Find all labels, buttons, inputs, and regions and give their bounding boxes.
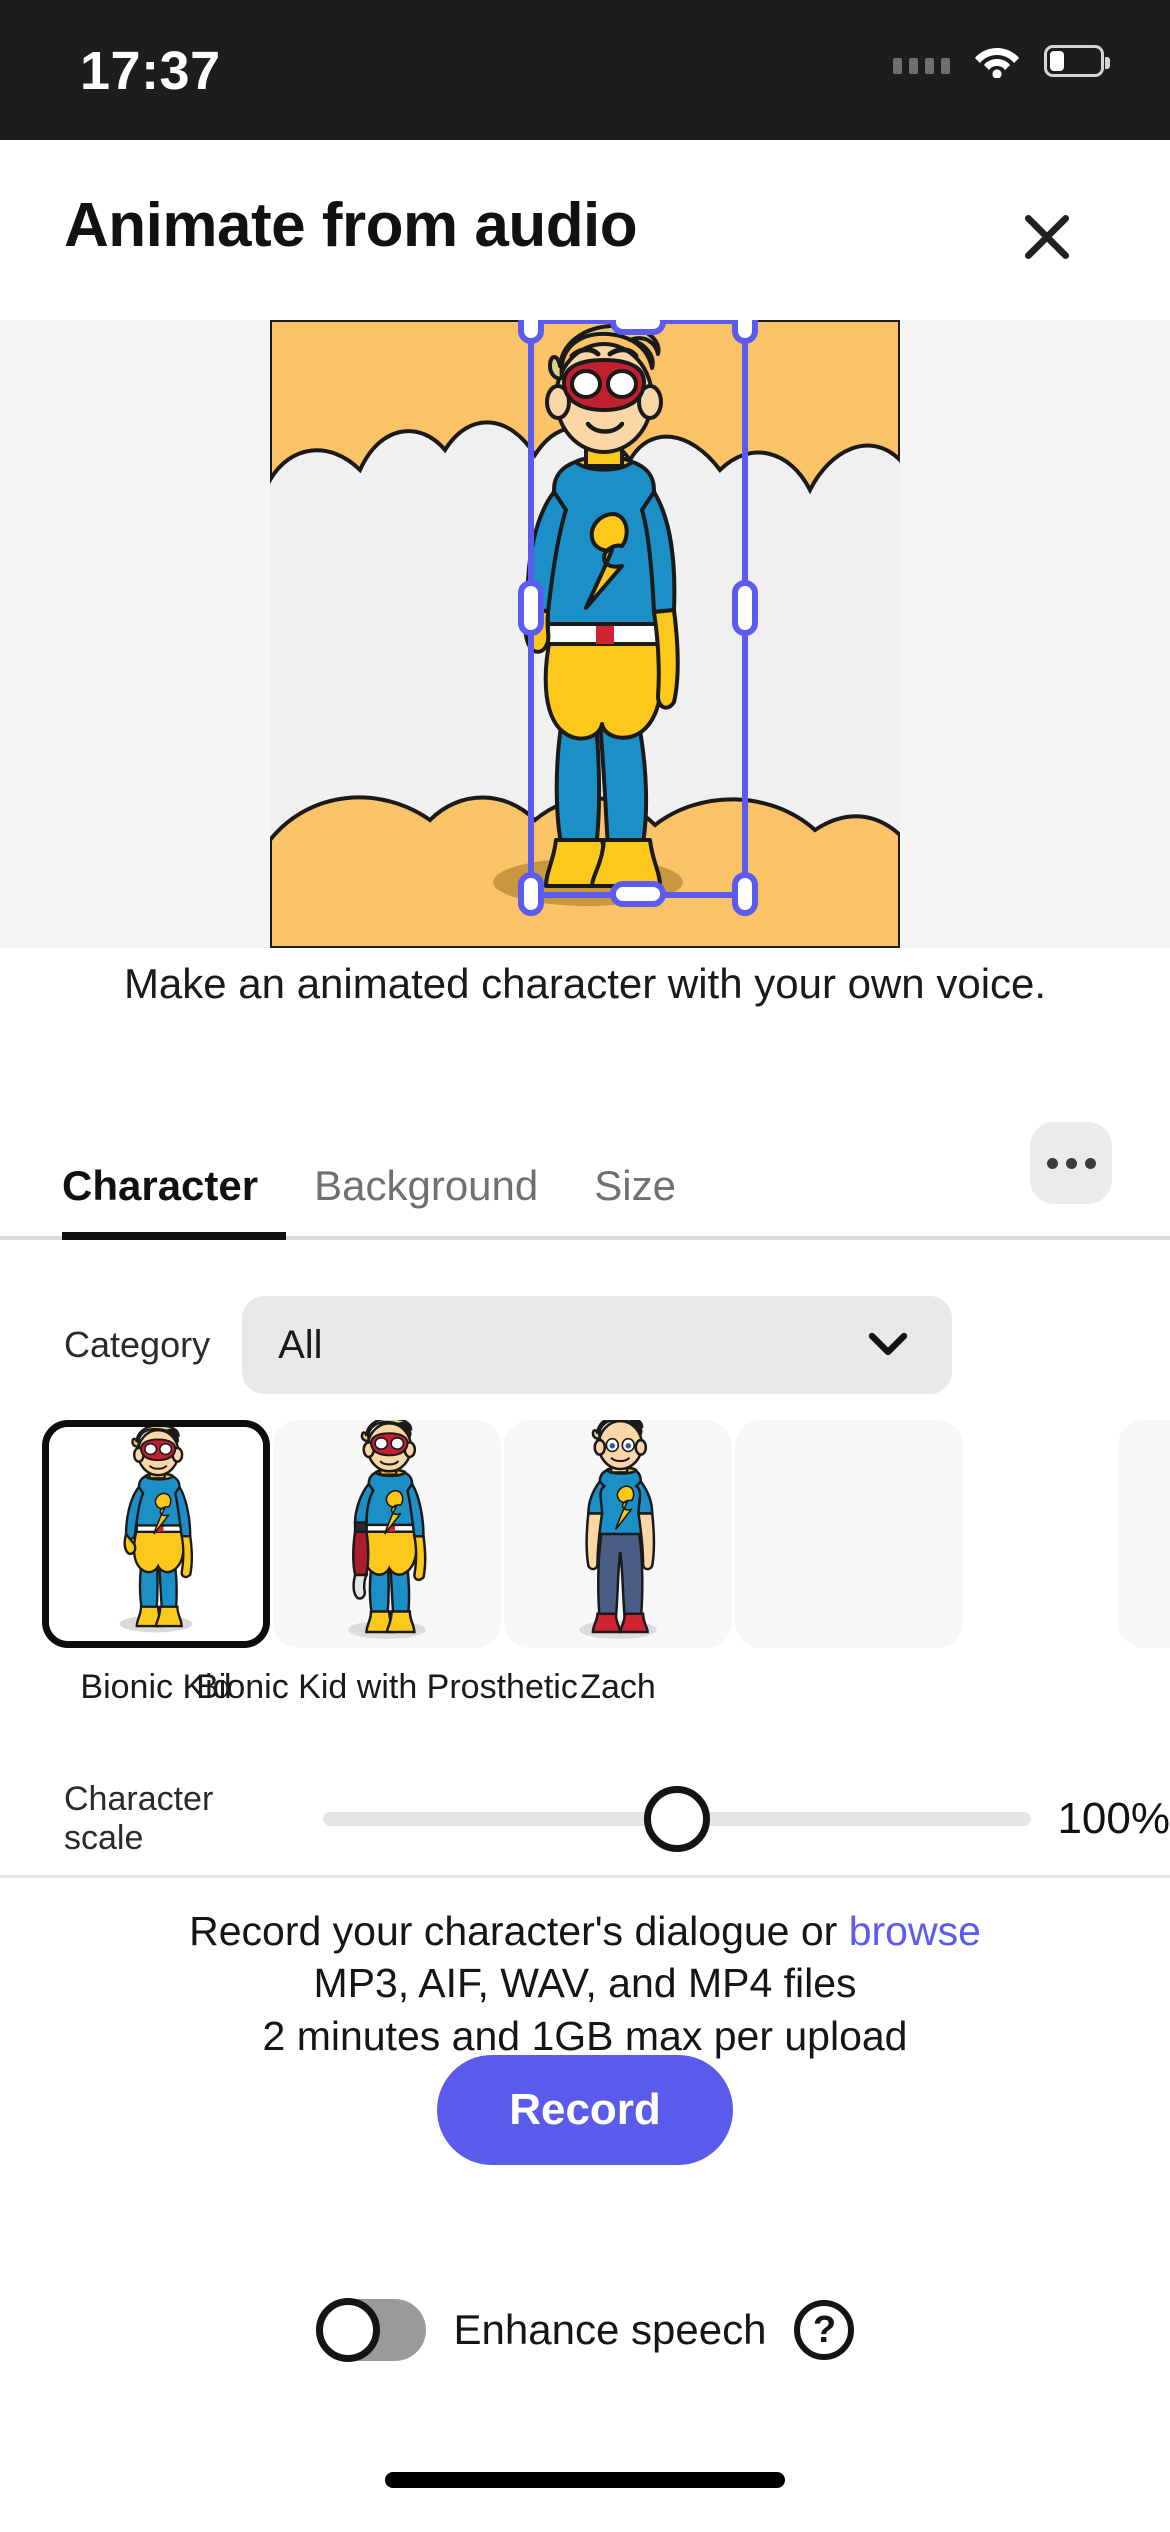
character-card-bionic-kid[interactable]: Bionic Kid xyxy=(42,1420,270,1706)
tab-character-label: Character xyxy=(62,1162,259,1209)
character-thumbnail[interactable] xyxy=(735,1420,963,1648)
category-selected-value: All xyxy=(278,1322,323,1367)
character-thumbnail[interactable] xyxy=(273,1420,501,1648)
app-screen: 17:37 Animate from audio Make an animate… xyxy=(0,0,1170,2532)
tab-background-label: Background xyxy=(314,1162,539,1209)
record-button[interactable]: Record xyxy=(437,2055,733,2165)
dialog-header: Animate from audio xyxy=(0,140,1170,320)
toggle-knob xyxy=(315,2298,380,2362)
record-button-label: Record xyxy=(509,2085,661,2134)
character-thumbnail[interactable] xyxy=(504,1420,732,1648)
selection-handle-middle-left[interactable] xyxy=(518,580,544,636)
tab-background[interactable]: Background xyxy=(286,1162,566,1240)
signal-dots-icon xyxy=(893,48,950,74)
character-card-next[interactable] xyxy=(735,1420,963,1648)
preview-subtitle: Make an animated character with your own… xyxy=(123,960,1047,1007)
tab-size-label: Size xyxy=(594,1162,676,1209)
record-instructions-line-1: Record your character's dialogue or brow… xyxy=(0,1905,1170,1957)
character-list[interactable]: Bionic Kid Bionic Kid with Prosthetic Za… xyxy=(0,1420,1170,1706)
close-button[interactable] xyxy=(1004,194,1090,280)
character-label: Zach xyxy=(580,1668,656,1706)
character-card-next-2[interactable] xyxy=(1118,1420,1170,1648)
selection-handle-middle-right[interactable] xyxy=(732,580,758,636)
help-icon-glyph: ? xyxy=(812,2309,837,2351)
more-horizontal-icon xyxy=(1084,1157,1096,1169)
enhance-speech-label: Enhance speech xyxy=(453,2306,767,2353)
record-instructions-text: Record your character's dialogue or xyxy=(189,1908,849,1954)
more-horizontal-icon xyxy=(1065,1157,1077,1169)
character-thumbnail[interactable] xyxy=(42,1420,270,1648)
tab-size[interactable]: Size xyxy=(566,1162,704,1240)
record-section: Record your character's dialogue or brow… xyxy=(0,1905,1170,2062)
selection-handle-bottom-center[interactable] xyxy=(610,881,666,907)
chevron-down-icon xyxy=(868,1332,908,1358)
enhance-speech-row: Enhance speech ? xyxy=(0,2290,1170,2370)
slider-thumb[interactable] xyxy=(644,1786,711,1852)
category-label: Category xyxy=(64,1324,211,1365)
tab-bar: Character Background Size xyxy=(0,1100,1170,1240)
character-card-bionic-kid-with-prosthetic[interactable]: Bionic Kid with Prosthetic xyxy=(196,1420,578,1706)
preview-scene xyxy=(270,320,900,948)
home-indicator xyxy=(385,2472,785,2488)
selection-handle-bottom-left[interactable] xyxy=(518,872,544,916)
character-scale-row: Character scale 100% xyxy=(0,1760,1170,1878)
selection-handle-top-center[interactable] xyxy=(610,320,666,335)
more-horizontal-icon xyxy=(1046,1157,1058,1169)
status-bar-indicators xyxy=(893,44,1110,79)
character-thumbnail[interactable] xyxy=(1118,1420,1170,1648)
status-bar-time: 17:37 xyxy=(80,41,221,101)
record-formats-line: MP3, AIF, WAV, and MP4 files xyxy=(313,1960,857,2007)
character-scale-slider[interactable] xyxy=(323,1786,1032,1852)
browse-link[interactable]: browse xyxy=(849,1908,981,1954)
character-scale-label: Character scale xyxy=(64,1780,214,1857)
character-selection-frame[interactable] xyxy=(518,320,758,916)
character-preview-canvas[interactable] xyxy=(0,320,1170,948)
help-icon[interactable]: ? xyxy=(794,2300,855,2360)
more-options-button[interactable] xyxy=(1030,1122,1112,1204)
wifi-icon xyxy=(974,44,1020,79)
enhance-speech-toggle[interactable] xyxy=(315,2298,426,2362)
page-title: Animate from audio xyxy=(64,191,638,260)
tab-character[interactable]: Character xyxy=(62,1162,287,1240)
category-select[interactable]: All xyxy=(242,1296,953,1394)
character-card-zach[interactable]: Zach xyxy=(504,1420,732,1706)
category-row: Category All xyxy=(0,1290,1170,1400)
selection-handle-top-left[interactable] xyxy=(518,320,544,344)
character-scale-value: 100% xyxy=(1057,1794,1170,1843)
battery-icon xyxy=(1044,45,1110,77)
character-label: Bionic Kid with Prosthetic xyxy=(196,1668,578,1706)
selection-handle-bottom-right[interactable] xyxy=(732,872,758,916)
close-icon xyxy=(1024,214,1070,260)
status-bar: 17:37 xyxy=(0,0,1170,140)
